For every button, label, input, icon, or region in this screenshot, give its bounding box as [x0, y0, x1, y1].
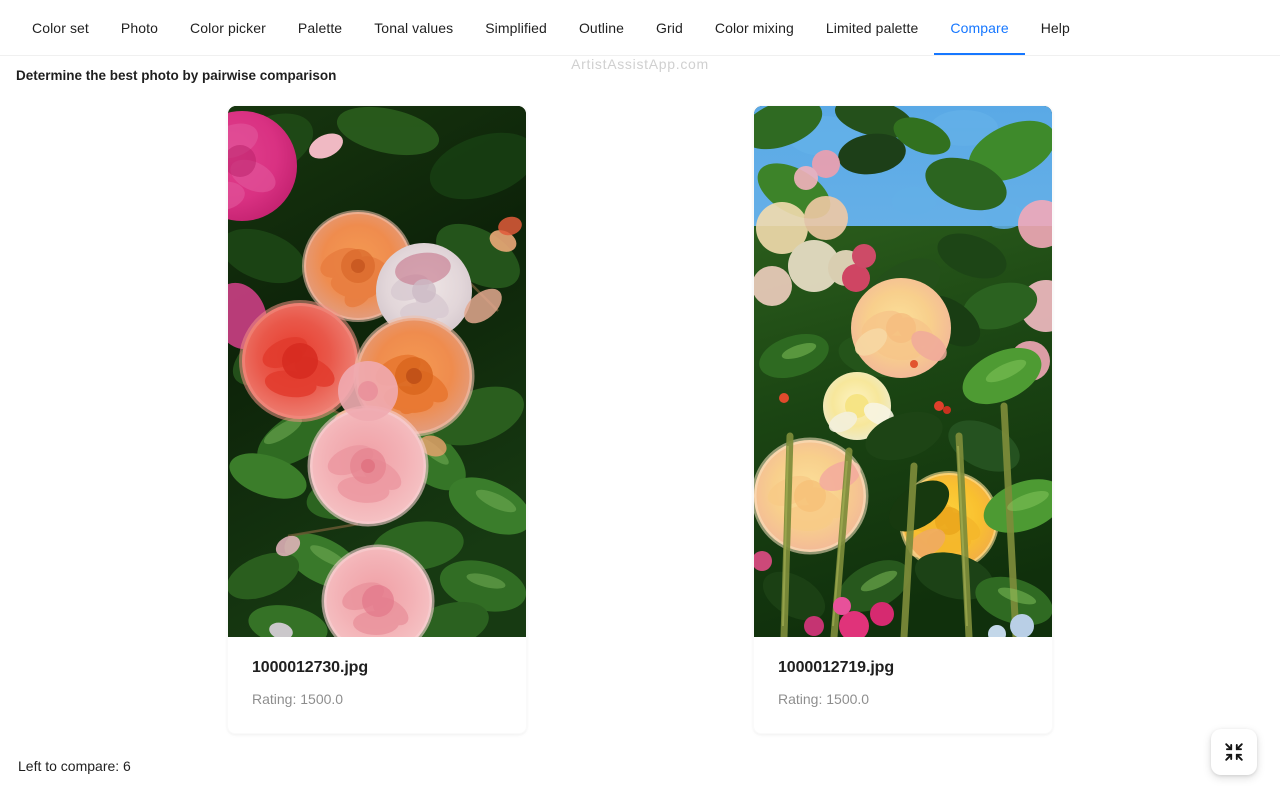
main-navigation: Color set Photo Color picker Palette Ton… [0, 0, 1280, 56]
exit-fullscreen-button[interactable] [1211, 729, 1257, 775]
nav-tab-palette[interactable]: Palette [282, 0, 358, 55]
nav-tab-label: Simplified [485, 19, 547, 36]
nav-tab-label: Compare [950, 19, 1009, 36]
nav-tab-label: Limited palette [825, 19, 919, 36]
page-subtitle: Determine the best photo by pairwise com… [16, 68, 337, 83]
nav-tab-outline[interactable]: Outline [563, 0, 640, 55]
nav-tab-label: Outline [578, 19, 624, 36]
nav-tab-simplified[interactable]: Simplified [469, 0, 563, 55]
nav-tab-help[interactable]: Help [1025, 0, 1086, 55]
nav-tab-tonal-values[interactable]: Tonal values [358, 0, 469, 55]
photo-filename: 1000012730.jpg [252, 659, 369, 676]
nav-tab-color-picker[interactable]: Color picker [174, 0, 282, 55]
nav-tab-photo[interactable]: Photo [105, 0, 174, 55]
photo-rating: Rating: 1500.0 [252, 691, 344, 707]
nav-tab-grid[interactable]: Grid [640, 0, 699, 55]
nav-tab-color-set[interactable]: Color set [16, 0, 105, 55]
photo-card-body-right: 1000012719.jpg Rating: 1500.0 [754, 637, 1052, 733]
nav-tab-label: Palette [297, 19, 343, 36]
photo-filename: 1000012719.jpg [778, 659, 895, 676]
photo-rating: Rating: 1500.0 [778, 691, 870, 707]
photo-card-right[interactable]: 1000012719.jpg Rating: 1500.0 [753, 105, 1053, 734]
left-to-compare-status: Left to compare: 6 [18, 758, 131, 774]
comparison-cards-row: 1000012730.jpg Rating: 1500.0 1000012719… [0, 105, 1280, 734]
nav-tab-label: Photo [120, 19, 159, 36]
nav-tab-compare[interactable]: Compare [934, 0, 1025, 55]
nav-tab-label: Help [1040, 19, 1070, 36]
compress-icon [1224, 742, 1244, 762]
nav-tab-label: Color set [32, 19, 89, 36]
photo-card-body-left: 1000012730.jpg Rating: 1500.0 [228, 637, 526, 733]
photo-thumbnail-left[interactable] [228, 106, 526, 637]
nav-tab-label: Tonal values [374, 19, 454, 36]
nav-tab-limited-palette[interactable]: Limited palette [810, 0, 935, 55]
nav-tab-color-mixing[interactable]: Color mixing [699, 0, 810, 55]
photo-card-left[interactable]: 1000012730.jpg Rating: 1500.0 [227, 105, 527, 734]
nav-tab-label: Grid [656, 19, 683, 36]
nav-tab-label: Color mixing [714, 19, 794, 36]
photo-thumbnail-right[interactable] [754, 106, 1052, 637]
nav-tab-label: Color picker [190, 19, 266, 36]
